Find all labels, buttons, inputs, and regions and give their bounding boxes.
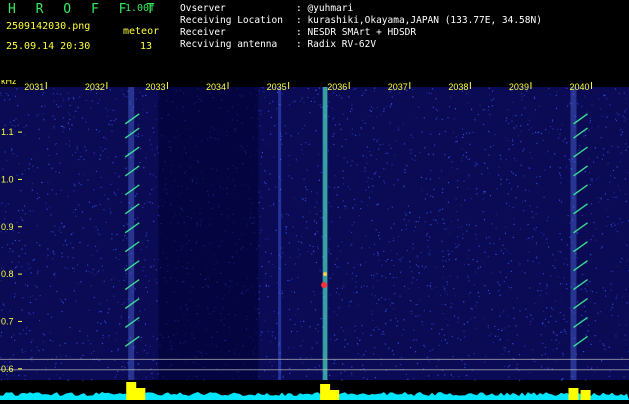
x-tick-label-1: 2032 (85, 82, 105, 92)
faint-streak (278, 87, 281, 380)
x-tick-label-0: 2031 (24, 82, 44, 92)
x-tick-label-3: 2034 (206, 82, 226, 92)
echo-band-2 (570, 87, 576, 380)
info-location-value: : kurashiki,Okayama,JAPAN (133.77E, 34.5… (296, 16, 542, 26)
spectrogram-area (0, 87, 629, 380)
x-tick-label-7: 2038 (448, 82, 468, 92)
y-tick-label-4: 0.7 (1, 316, 14, 326)
version-label: 1.00f (125, 4, 155, 14)
spectrogram-svg: kHz 1.1 1.0 0.9 0.8 0.7 0.6 2031 2032 2033 2034 203… (0, 80, 629, 400)
meteor-marker-5 (581, 390, 591, 400)
spectrogram-plot: kHz 1.1 1.0 0.9 0.8 0.7 0.6 2031 2032 2033 2034 203… (0, 80, 629, 400)
echo-hot-spot (321, 282, 327, 288)
y-tick-label-1: 1.0 (1, 174, 14, 184)
y-axis-label: kHz (1, 80, 17, 86)
y-tick-label-0: 1.1 (1, 127, 14, 137)
info-observer-label: Ovserver (180, 4, 226, 14)
echo-warm-spot (323, 272, 327, 276)
y-tick-label-3: 0.8 (1, 269, 14, 279)
datetime-label: 25.09.14 20:30 (6, 42, 90, 52)
meteor-marker-4 (568, 388, 578, 400)
meteor-count: 13 (140, 42, 152, 52)
y-tick-label-5: 0.6 (1, 364, 14, 374)
echo-band-0 (128, 87, 134, 380)
info-antenna-value: : Radix RV-62V (296, 40, 376, 50)
x-tick-label-5: 2036 (327, 82, 347, 92)
header-panel: H R O F F T 1.00f 2509142030.png 25.09.1… (0, 0, 629, 80)
x-tick-label-2: 2033 (145, 82, 165, 92)
info-receiver-label: Receiver (180, 28, 226, 38)
meteor-marker-2 (320, 384, 330, 400)
meteor-marker-0 (126, 382, 136, 400)
info-observer-value: : @yuhmari (296, 4, 353, 14)
info-antenna-label: Recviving antenna (180, 40, 277, 50)
meteor-marker-1 (135, 388, 145, 400)
filename-label: 2509142030.png (6, 22, 90, 32)
x-tick-label-6: 2037 (388, 82, 408, 92)
x-tick-label-4: 2035 (267, 82, 287, 92)
info-receiver-value: : NESDR SMArt + HDSDR (296, 28, 416, 38)
meteor-marker-3 (329, 390, 339, 400)
bright-echo-column (323, 87, 327, 380)
quiet-band (158, 87, 258, 380)
y-tick-label-2: 0.9 (1, 222, 14, 232)
x-tick-label-9: 2040 (570, 82, 590, 92)
meteor-label: meteor (123, 27, 159, 37)
info-location-label: Receiving Location (180, 16, 283, 26)
x-tick-label-8: 2039 (509, 82, 529, 92)
